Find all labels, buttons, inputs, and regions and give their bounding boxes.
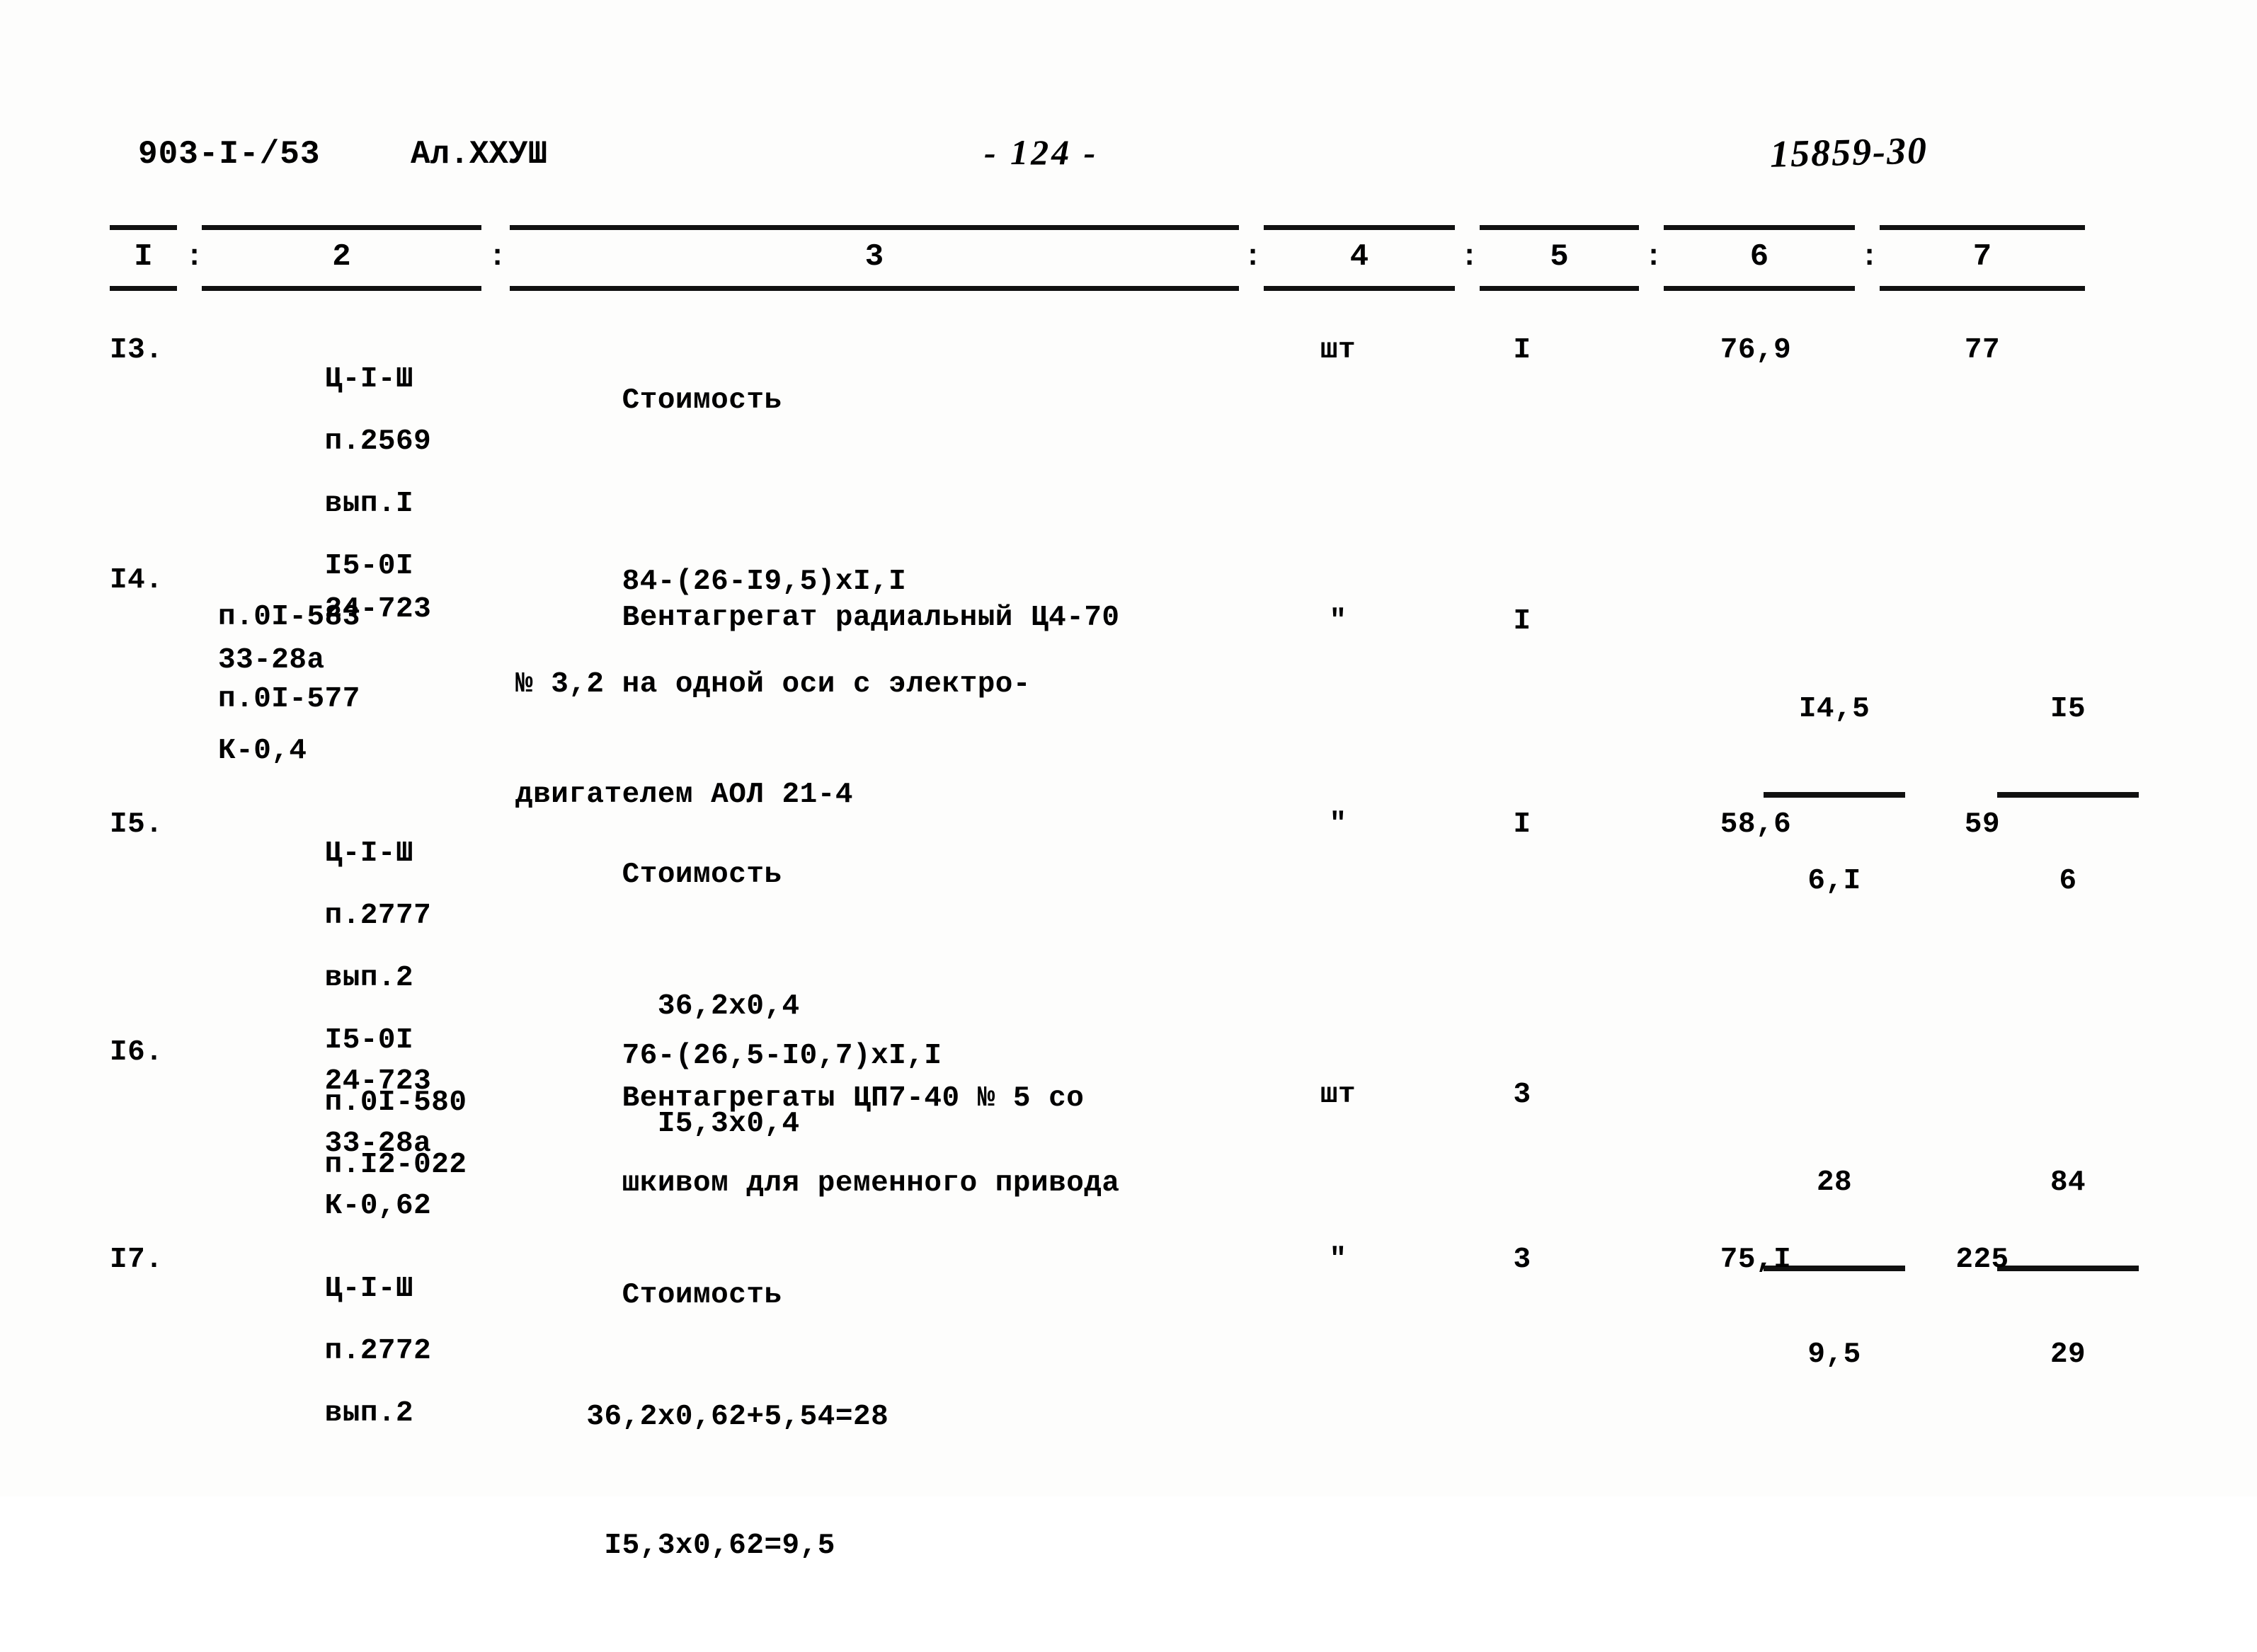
description-line: Стоимость xyxy=(622,1279,782,1312)
code-line: вып.2 xyxy=(324,962,414,994)
row-number: I5. xyxy=(110,808,164,841)
row-unit: шт xyxy=(1320,1079,1356,1111)
code-line: 24-723 xyxy=(324,1065,432,1098)
row-total: I5 6 xyxy=(1890,592,2139,999)
code-line: К-0,62 xyxy=(324,1190,432,1222)
column-header-7: 7 xyxy=(1972,239,1992,275)
row-unit-value: 75,I xyxy=(1720,1244,1792,1276)
row-quantity: I xyxy=(1513,808,1531,841)
fraction-numerator: I5 xyxy=(2050,693,2086,725)
row-quantity: 3 xyxy=(1513,1079,1531,1111)
fraction-bar xyxy=(1763,792,1906,798)
row-unit-value: I4,5 6,I xyxy=(1657,592,1906,999)
code-line: К-0,4 xyxy=(218,735,307,767)
column-header-3: 3 xyxy=(864,239,884,275)
row-code-block: 24-723 33-28а К-0,62 xyxy=(218,1035,452,1253)
code-line: п.2777 xyxy=(324,900,432,932)
rule-top-col4 xyxy=(1264,225,1455,230)
description-formula: 36,2х0,62+5,54=28 xyxy=(515,1401,889,1433)
row-quantity: I xyxy=(1513,334,1531,367)
fraction-numerator: 84 xyxy=(2050,1166,2086,1199)
column-separator-2: : xyxy=(488,240,507,274)
code-line: 33-28а xyxy=(324,1128,432,1160)
rule-bottom-col6 xyxy=(1664,286,1855,291)
column-separator-4: : xyxy=(1461,240,1479,274)
row-number: I4. xyxy=(110,564,164,597)
fraction-numerator: 28 xyxy=(1816,1166,1853,1199)
rule-top-col7 xyxy=(1880,225,2085,230)
column-header-2: 2 xyxy=(332,239,351,275)
description-line: Стоимость xyxy=(622,384,782,417)
row-number: I3. xyxy=(110,334,164,367)
row-quantity: I xyxy=(1513,605,1531,638)
column-header-5: 5 xyxy=(1550,239,1569,275)
row-unit-value: 58,6 xyxy=(1720,808,1792,841)
column-separator-3: : xyxy=(1244,240,1262,274)
fraction-denominator: 6 xyxy=(2059,865,2077,897)
description-line: Вентагрегат радиальный Ц4-70 xyxy=(622,602,1120,634)
row-total: 59 xyxy=(1964,808,2001,841)
rule-bottom-col4 xyxy=(1264,286,1455,291)
row-unit: " xyxy=(1329,808,1347,841)
code-line: п.2569 xyxy=(324,425,432,458)
column-header-1: I xyxy=(134,239,153,275)
column-header-4: 4 xyxy=(1349,239,1369,275)
row-unit: шт xyxy=(1320,334,1356,367)
description-line: шкивом для ременного привода xyxy=(622,1167,1120,1200)
row-unit-value: 76,9 xyxy=(1720,334,1792,367)
code-line: Ц-I-Ш xyxy=(324,837,414,870)
fraction-numerator: I4,5 xyxy=(1798,693,1870,725)
code-line: 24-723 xyxy=(324,593,432,626)
stamp-code: 15859-30 xyxy=(1769,129,1929,176)
row-description: Стоимость xyxy=(515,1242,1223,1348)
fraction-bar xyxy=(1996,792,2139,798)
code-line: вып.I xyxy=(324,488,414,520)
fraction-value: I4,5 6,I xyxy=(1763,628,1906,963)
row-code-block: 24-723 33-28а К-0,4 xyxy=(218,563,452,829)
code-line: п.2772 xyxy=(324,1335,432,1367)
code-line: вып.2 xyxy=(324,1397,414,1430)
rule-top-col2 xyxy=(202,225,481,230)
fraction-total: I5 6 xyxy=(1996,628,2139,963)
page-number: - 124 - xyxy=(984,132,1099,172)
album-label: Ал.XXУШ xyxy=(411,136,548,173)
description-line: Вентагрегаты ЦП7-40 № 5 со xyxy=(622,1082,1085,1115)
row-quantity: 3 xyxy=(1513,1244,1531,1276)
rule-bottom-col1 xyxy=(110,286,177,291)
column-separator-1: : xyxy=(185,240,204,274)
fraction-denominator: 29 xyxy=(2050,1338,2086,1371)
document-code: 903-I-/53 xyxy=(138,136,321,173)
column-separator-6: : xyxy=(1861,240,1879,274)
column-separator-5: : xyxy=(1645,240,1663,274)
document-page: 903-I-/53 Ал.XXУШ - 124 - 15859-30 I : 2… xyxy=(0,0,2257,1562)
fraction-denominator: 9,5 xyxy=(1807,1338,1861,1371)
rule-top-col3 xyxy=(510,225,1239,230)
row-number: I7. xyxy=(110,1244,164,1276)
rule-bottom-col5 xyxy=(1480,286,1639,291)
row-unit: " xyxy=(1329,1244,1347,1276)
rule-bottom-col7 xyxy=(1880,286,2085,291)
description-line: № 3,2 на одной оси с электро- xyxy=(515,668,1032,701)
code-line: Ц-I-Ш xyxy=(324,363,414,396)
row-total: 77 xyxy=(1964,334,2001,367)
row-total: 225 xyxy=(1955,1244,2009,1276)
fraction-denominator: 6,I xyxy=(1807,865,1861,897)
rule-top-col5 xyxy=(1480,225,1639,230)
rule-bottom-col2 xyxy=(202,286,481,291)
column-header-6: 6 xyxy=(1749,239,1769,275)
rule-top-col1 xyxy=(110,225,177,230)
rule-bottom-col3 xyxy=(510,286,1239,291)
row-number: I6. xyxy=(110,1036,164,1069)
description-line: Стоимость xyxy=(622,859,782,891)
description-formula: I5,3х0,62=9,5 xyxy=(515,1530,835,1562)
code-line: 33-28а xyxy=(218,644,325,677)
document-header: 903-I-/53 Ал.XXУШ - 124 - 15859-30 xyxy=(0,126,2257,211)
code-line: Ц-I-Ш xyxy=(324,1273,414,1305)
row-code-block: Ц-I-Ш п.2772 вып.2 xyxy=(218,1242,452,1460)
rule-top-col6 xyxy=(1664,225,1855,230)
row-unit: " xyxy=(1329,605,1347,638)
